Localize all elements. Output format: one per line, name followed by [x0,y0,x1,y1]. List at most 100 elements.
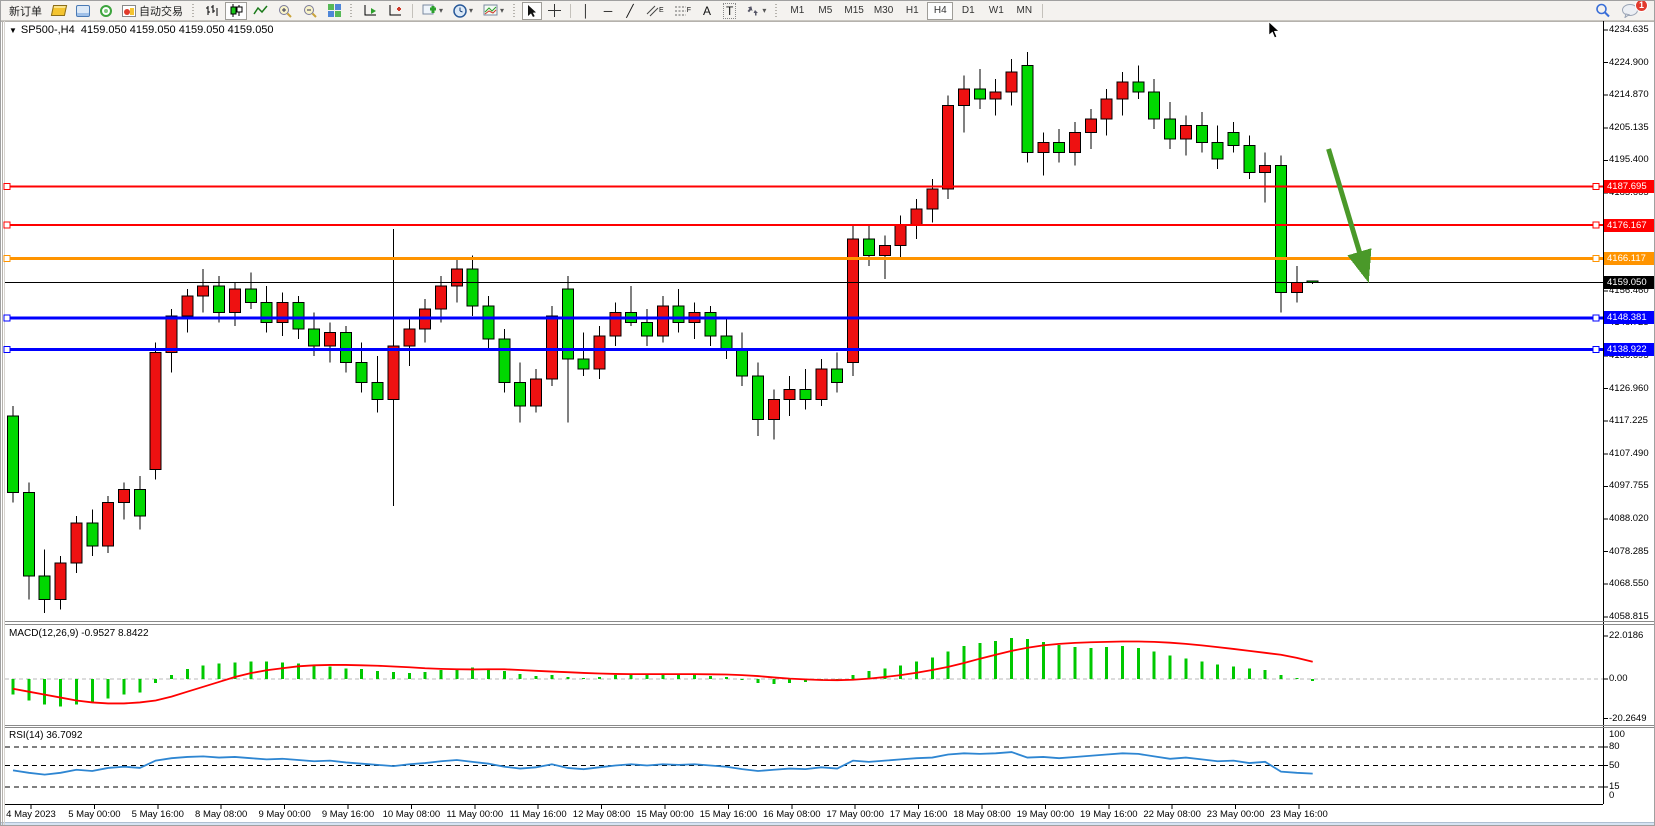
new-order-button[interactable]: 新订单 [5,2,46,20]
line-marker[interactable] [1593,222,1599,228]
chart-shift-button[interactable] [384,2,407,20]
macd-histogram-bar [408,673,411,679]
candle-body [657,306,668,336]
macd-histogram-bar [313,665,316,679]
chart-canvas[interactable] [1,1,1655,826]
macd-histogram-bar [1311,679,1314,681]
candle-body [1069,132,1080,152]
bar-chart-icon [205,4,219,17]
signal-button[interactable] [96,2,116,20]
timeframe-h1-button[interactable]: H1 [899,2,925,20]
crosshair-tool-button[interactable] [544,2,565,20]
candle-body [23,493,34,576]
candle-body [340,333,351,363]
bar-chart-button[interactable] [201,2,223,20]
periods-button[interactable]: ▾ [449,2,477,20]
toolbar-grip [513,4,517,18]
macd-histogram-bar [59,679,62,706]
timeframe-d1-button[interactable]: D1 [955,2,981,20]
line-marker[interactable] [1593,256,1599,262]
candle-body [55,563,66,600]
line-marker[interactable] [1593,346,1599,352]
candle-body [483,306,494,339]
line-marker[interactable] [4,184,10,190]
line-marker[interactable] [4,256,10,262]
macd-histogram-bar [788,679,791,683]
trend-arrow-annotation[interactable] [1329,149,1367,276]
timeframe-m30-button[interactable]: M30 [870,2,897,20]
timeframe-w1-button[interactable]: W1 [983,2,1009,20]
timeframe-label: M5 [818,5,832,16]
text-label-tool-button[interactable]: T [719,2,740,20]
auto-trading-button[interactable]: 自动交易 [118,2,187,20]
search-button[interactable] [1591,2,1615,20]
candle-body [198,286,209,296]
macd-histogram-bar [772,679,775,684]
timeframe-m5-button[interactable]: M5 [812,2,838,20]
terminal-button[interactable] [72,2,94,20]
text-tool-button[interactable]: A [697,2,717,20]
candle-body [118,489,129,502]
candle-body [1022,65,1033,152]
signal-icon [100,5,112,17]
macd-histogram-bar [1042,642,1045,679]
timeframe-m1-button[interactable]: M1 [784,2,810,20]
candle-body [277,302,288,322]
candle-body [261,302,272,322]
vertical-line-tool-button[interactable]: │ [576,2,596,20]
dropdown-arrow-icon: ▾ [439,6,443,15]
macd-histogram-bar [138,679,141,693]
macd-histogram-bar [1169,656,1172,679]
macd-histogram-bar [852,675,855,679]
auto-scroll-button[interactable] [359,2,382,20]
candlestick-chart-button[interactable] [225,2,247,20]
timeframe-h4-button[interactable]: H4 [927,2,953,20]
horizontal-line-tool-button[interactable]: ─ [598,2,618,20]
candle-body [1149,92,1160,119]
chat-button[interactable]: 1 [1617,2,1643,20]
line-marker[interactable] [1593,184,1599,190]
candle-body [990,92,1001,99]
fibonacci-icon [674,5,687,17]
line-marker[interactable] [1593,315,1599,321]
add-indicator-button[interactable]: ▾ [418,2,447,20]
candle-body [435,286,446,309]
channel-tool-button[interactable]: E [642,2,668,20]
candle-body [229,289,240,312]
timeframe-mn-button[interactable]: MN [1011,2,1037,20]
line-marker[interactable] [4,222,10,228]
candle-body [1038,142,1049,152]
zoom-in-button[interactable] [274,2,297,20]
notebook-button[interactable] [48,2,70,20]
macd-histogram-bar [1216,664,1219,679]
candle-body [103,503,114,546]
macd-histogram-bar [931,658,934,679]
fibonacci-tool-button[interactable]: F [670,2,695,20]
search-icon [1595,3,1611,18]
zoom-out-button[interactable] [299,2,322,20]
candle-body [705,312,716,335]
periods-clock-icon [453,4,467,18]
line-chart-button[interactable] [249,2,272,20]
zoom-in-icon [278,4,293,18]
cursor-tool-button[interactable] [522,2,542,20]
trendline-tool-button[interactable]: ╱ [620,2,640,20]
candle-body [721,336,732,349]
macd-histogram-bar [1264,670,1267,679]
text-label-icon: T [723,3,736,19]
arrows-tool-button[interactable]: ▾ [742,2,770,20]
macd-histogram-bar [994,641,997,679]
line-marker[interactable] [4,315,10,321]
candle-body [673,306,684,323]
macd-histogram-bar [329,666,332,679]
timeframe-m15-button[interactable]: M15 [840,2,867,20]
tile-windows-button[interactable] [324,2,345,20]
line-marker[interactable] [4,346,10,352]
candle-body [594,336,605,369]
template-button[interactable]: ▾ [479,2,508,20]
candle-body [182,296,193,316]
vertical-line-icon: │ [582,4,590,18]
dropdown-arrow-icon: ▾ [500,6,504,15]
toolbar: 新订单 自动交易 [1,1,1655,21]
candle-body [1133,82,1144,92]
